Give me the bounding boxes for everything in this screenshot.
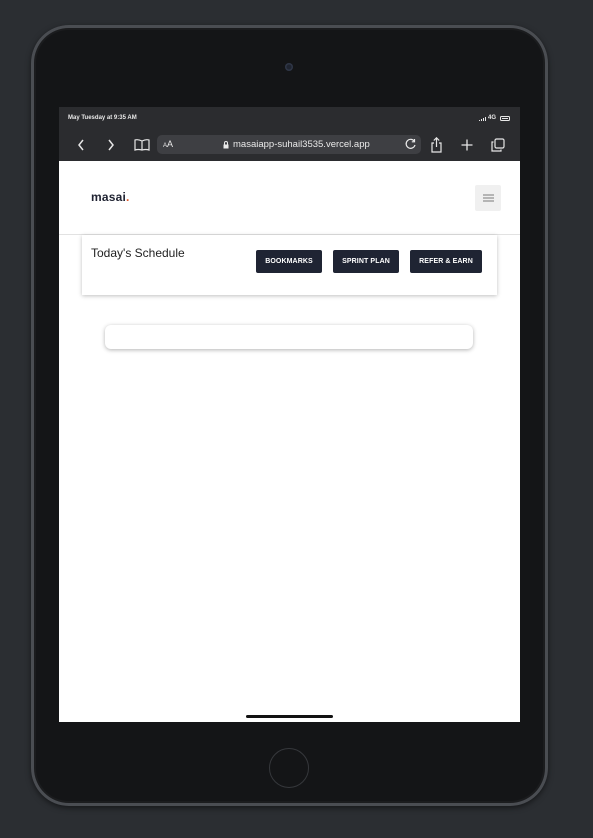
tabs-icon[interactable] bbox=[490, 136, 506, 153]
browser-toolbar: May Tuesday at 9:35 AM 4G AA masaiapp-su… bbox=[59, 107, 520, 161]
address-bar[interactable]: AA masaiapp-suhail3535.vercel.app bbox=[157, 135, 421, 154]
status-time: May Tuesday at 9:35 AM bbox=[68, 115, 137, 121]
battery-icon bbox=[500, 115, 510, 121]
sprint-plan-button[interactable]: SPRINT PLAN bbox=[333, 250, 399, 273]
reload-icon[interactable] bbox=[404, 137, 418, 151]
schedule-title: Today's Schedule bbox=[91, 246, 185, 260]
empty-content-card bbox=[105, 325, 473, 349]
refer-earn-button[interactable]: REFER & EARN bbox=[410, 250, 482, 273]
signal-icon bbox=[478, 116, 486, 121]
forward-icon[interactable] bbox=[103, 136, 119, 153]
text-size-button[interactable]: AA bbox=[163, 139, 173, 149]
url-display[interactable]: masaiapp-suhail3535.vercel.app bbox=[223, 139, 370, 150]
schedule-card: Today's Schedule BOOKMARKS SPRINT PLAN R… bbox=[82, 235, 497, 295]
masai-logo[interactable]: masai. bbox=[91, 190, 130, 204]
url-text: masaiapp-suhail3535.vercel.app bbox=[233, 139, 370, 150]
back-icon[interactable] bbox=[73, 136, 89, 153]
camera-icon bbox=[285, 63, 293, 71]
lock-icon bbox=[223, 140, 229, 148]
share-icon[interactable] bbox=[428, 135, 444, 154]
menu-icon bbox=[482, 194, 494, 202]
site-header: masai. bbox=[59, 161, 520, 235]
status-indicators: 4G bbox=[478, 115, 510, 121]
new-tab-plus-icon[interactable] bbox=[459, 136, 475, 153]
screen: May Tuesday at 9:35 AM 4G AA masaiapp-su… bbox=[59, 107, 520, 722]
bookmarks-book-icon[interactable] bbox=[133, 136, 151, 153]
home-button[interactable] bbox=[269, 748, 309, 788]
network-label: 4G bbox=[487, 115, 496, 121]
home-indicator[interactable] bbox=[246, 715, 333, 718]
hamburger-menu-button[interactable] bbox=[475, 185, 501, 211]
bookmarks-button[interactable]: BOOKMARKS bbox=[256, 250, 322, 273]
